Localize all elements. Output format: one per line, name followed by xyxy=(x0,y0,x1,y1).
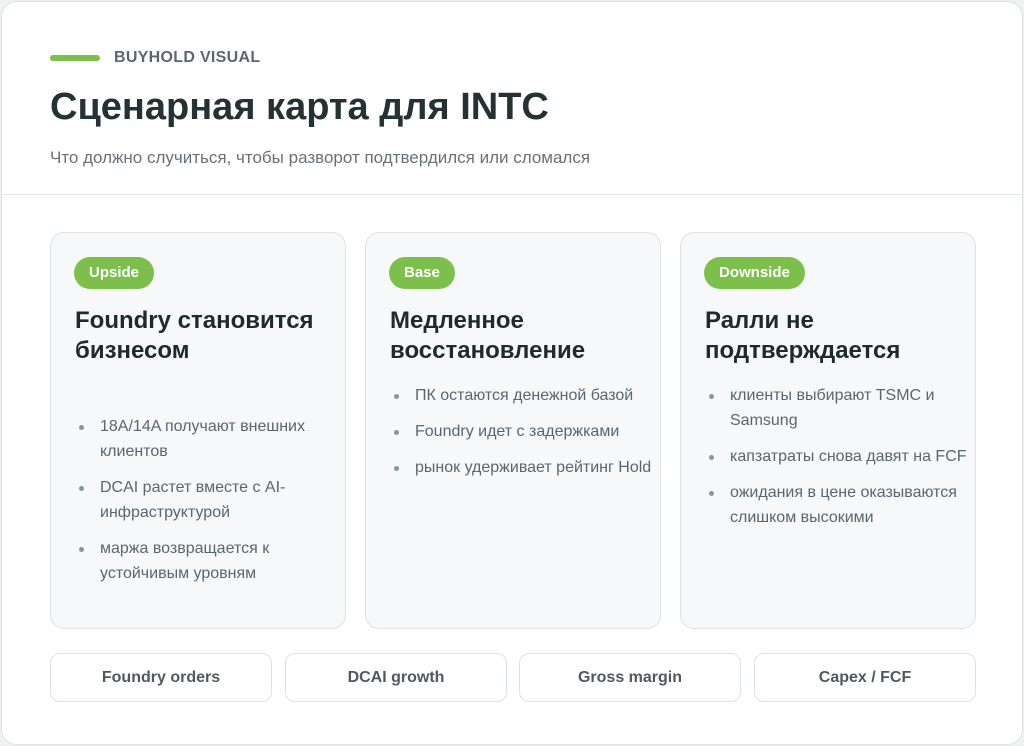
page-title: Сценарная карта для INTC xyxy=(50,86,549,128)
list-item-text: клиенты выбирают TSMC и Samsung xyxy=(730,387,935,429)
brand-accent-bar xyxy=(50,55,100,61)
header: BUYHOLD VISUAL Сценарная карта для INTC … xyxy=(2,2,1022,195)
bullet-dot-icon xyxy=(709,455,714,460)
list-item: рынок удерживает рейтинг Hold xyxy=(390,455,652,480)
list-item-text: капзатраты снова давят на FCF xyxy=(730,448,967,465)
scenario-bullets: клиенты выбирают TSMC и Samsung капзатра… xyxy=(705,383,967,541)
list-item-text: рынок удерживает рейтинг Hold xyxy=(415,459,652,476)
brand-label: BUYHOLD VISUAL xyxy=(114,49,261,66)
metric-chip-foundry-orders: Foundry orders xyxy=(50,653,272,702)
scenario-badge: Downside xyxy=(704,257,805,289)
list-item: ПК остаются денежной базой xyxy=(390,383,652,408)
bullet-dot-icon xyxy=(79,425,84,430)
metric-chip-capex-fcf: Capex / FCF xyxy=(754,653,976,702)
scenario-badge: Upside xyxy=(74,257,155,289)
brand: BUYHOLD VISUAL xyxy=(50,49,260,67)
bullet-dot-icon xyxy=(394,394,399,399)
list-item: капзатраты снова давят на FCF xyxy=(705,444,967,469)
list-item-text: маржа возвращается к устойчивым уровням xyxy=(100,540,270,582)
metric-chip-gross-margin: Gross margin xyxy=(519,653,741,702)
scenario-badge: Base xyxy=(389,257,455,289)
page-subtitle: Что должно случиться, чтобы разворот под… xyxy=(50,148,591,167)
scenario-bullets: 18A/14A получают внешних клиентов DCAI р… xyxy=(75,414,337,597)
list-item: DCAI растет вместе с AI-инфраструктурой xyxy=(75,475,337,525)
scenario-card-downside: Downside Ралли не подтверждается клиенты… xyxy=(680,232,976,629)
scenario-title: Ралли не подтверждается xyxy=(705,307,901,364)
scenario-title: Foundry становится бизнесом xyxy=(75,307,314,364)
bullet-dot-icon xyxy=(79,486,84,491)
bullet-dot-icon xyxy=(709,394,714,399)
list-item: клиенты выбирают TSMC и Samsung xyxy=(705,383,967,433)
list-item-text: ожидания в цене оказываются слишком высо… xyxy=(730,484,957,526)
list-item: 18A/14A получают внешних клиентов xyxy=(75,414,337,464)
page-frame: BUYHOLD VISUAL Сценарная карта для INTC … xyxy=(1,1,1023,745)
scenario-bullets: ПК остаются денежной базой Foundry идет … xyxy=(390,383,652,491)
bullet-dot-icon xyxy=(79,547,84,552)
bullet-dot-icon xyxy=(394,466,399,471)
scenario-title: Медленное восстановление xyxy=(390,307,586,364)
scenario-card-base: Base Медленное восстановление ПК остаютс… xyxy=(365,232,661,629)
list-item-text: ПК остаются денежной базой xyxy=(415,387,634,404)
scenario-card-upside: Upside Foundry становится бизнесом 18A/1… xyxy=(50,232,346,629)
bullet-dot-icon xyxy=(709,491,714,496)
list-item: Foundry идет с задержками xyxy=(390,419,652,444)
list-item: маржа возвращается к устойчивым уровням xyxy=(75,536,337,586)
list-item-text: DCAI растет вместе с AI-инфраструктурой xyxy=(100,479,286,521)
list-item: ожидания в цене оказываются слишком высо… xyxy=(705,480,967,530)
metric-chip-dcai-growth: DCAI growth xyxy=(285,653,507,702)
list-item-text: Foundry идет с задержками xyxy=(415,423,620,440)
list-item-text: 18A/14A получают внешних клиентов xyxy=(100,418,305,460)
bullet-dot-icon xyxy=(394,430,399,435)
